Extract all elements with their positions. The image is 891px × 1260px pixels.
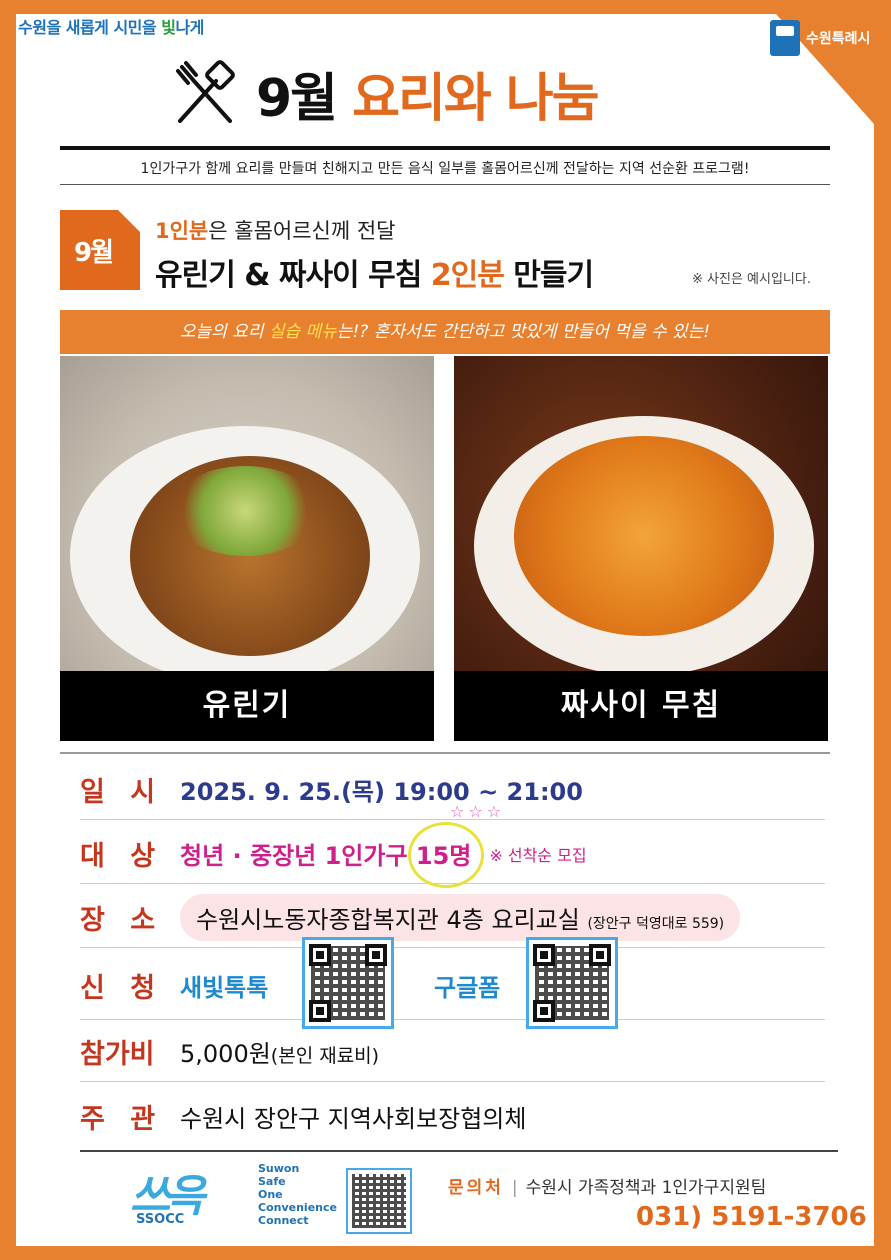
dish-caption: 짜사이 무침: [454, 671, 828, 741]
star-decoration: ☆☆☆: [450, 802, 506, 821]
subtitle-1: 1인분은 홀몸어르신께 전달: [155, 215, 396, 245]
poster: 수원을 새롭게 시민을 빛나게 수원특례시 9월 요리와 나눔 1인가구가 함께…: [0, 0, 891, 1260]
title-month: 9월: [256, 69, 353, 129]
info-value: 청년 · 중장년 1인가구 15명: [180, 822, 485, 888]
info-label: 신 청: [80, 973, 164, 1004]
qr-pattern: [352, 1174, 406, 1228]
city-logo-icon: [770, 20, 800, 56]
ssocc-line: One: [258, 1188, 283, 1201]
fee-amount: 5,000원: [180, 1040, 271, 1068]
garnish-image: [170, 466, 320, 556]
info-row-apply: 신 청 새빛톡톡 구글폼: [80, 936, 825, 1029]
info-label: 주 관: [80, 1103, 164, 1135]
ssocc-acronym: Suwon Safe One Convenience Connect: [258, 1162, 337, 1227]
info-row-host: 주 관 수원시 장안구 지역사회보장협의체: [80, 1086, 825, 1146]
dish-photo-zhacai: 짜사이 무침: [454, 356, 828, 741]
menu-banner-part: 오늘의 요리: [179, 322, 269, 342]
divider: [60, 752, 830, 754]
qr-corner: [309, 999, 331, 1022]
info-label: 일 시: [80, 777, 164, 808]
title-main: 요리와 나눔: [352, 69, 599, 129]
qr-code[interactable]: [302, 936, 394, 1029]
ssocc-logo: 쓰윽 SSOCC: [130, 1160, 205, 1227]
subtitle-1-highlight: 1인분: [155, 219, 209, 243]
menu-banner-highlight: 실습 메뉴: [268, 322, 337, 342]
contact-line: 문의처 | 수원시 가족정책과 1인가구지원팀: [448, 1173, 766, 1198]
subtitle-2-part: 만들기: [503, 258, 594, 293]
place-address: (장안구 덕영대로 559): [587, 916, 725, 932]
slogan-highlight: 빛: [161, 18, 176, 37]
qr-corner: [589, 943, 611, 966]
info-label: 대 상: [80, 841, 164, 872]
fork-spatula-icon: [176, 59, 235, 123]
info-row-fee: 참가비 5,000원(본인 재료비): [80, 1022, 825, 1082]
info-value: 5,000원(본인 재료비): [180, 1034, 379, 1069]
qr-corner: [365, 943, 387, 966]
food-image: [514, 436, 774, 636]
qr-corner: [533, 943, 555, 966]
info-value: 2025. 9. 25.(목) 19:00 ~ 21:00: [180, 778, 583, 806]
divider: [80, 1150, 838, 1152]
info-row-place: 장 소 수원시노동자종합복지관 4층 요리교실 (장안구 덕영대로 559): [80, 888, 825, 948]
place-text: 수원시노동자종합복지관 4층 요리교실: [196, 906, 588, 934]
apply-link-saebit[interactable]: 새빛톡톡: [180, 968, 302, 1003]
info-value: 수원시 장안구 지역사회보장협의체: [180, 1104, 527, 1133]
city-logo: 수원특례시: [770, 20, 870, 56]
month-tag-label: 9월: [74, 238, 114, 268]
subtitle-1-rest: 은 홀몸어르신께 전달: [208, 219, 396, 243]
slogan: 수원을 새롭게 시민을 빛나게: [18, 14, 204, 38]
contact-label: 문의처: [448, 1178, 504, 1198]
ssocc-line: Safe: [258, 1175, 286, 1188]
qr-code-footer[interactable]: [346, 1168, 412, 1234]
fee-note: (본인 재료비): [270, 1045, 380, 1067]
qr-corner: [533, 999, 555, 1022]
ssocc-line: Suwon: [258, 1162, 300, 1175]
intro-text: 1인가구가 함께 요리를 만들며 친해지고 만든 음식 일부를 홀몸어르신께 전…: [140, 161, 750, 177]
ssocc-line: Convenience: [258, 1201, 337, 1214]
contact-org: 수원시 가족정책과 1인가구지원팀: [525, 1178, 767, 1198]
contact-phone[interactable]: 031) 5191-3706: [636, 1202, 867, 1232]
qr-corner: [309, 943, 331, 966]
info-row-target: 대 상 청년 · 중장년 1인가구 15명 ※ 선착순 모집: [80, 822, 825, 888]
subtitle-2-part: 유린기 & 짜사이 무침: [155, 258, 431, 293]
divider: [60, 184, 830, 185]
target-note: ※ 선착순 모집: [489, 845, 587, 865]
info-value: 수원시노동자종합복지관 4층 요리교실 (장안구 덕영대로 559): [180, 894, 741, 941]
month-tag: 9월: [60, 210, 140, 290]
city-logo-text: 수원특례시: [806, 31, 871, 47]
target-count: 15명: [407, 822, 485, 888]
menu-banner: 오늘의 요리 실습 메뉴는!? 혼자서도 간단하고 맛있게 만들어 먹을 수 있…: [60, 310, 830, 354]
menu-banner-part: 는!? 혼자서도 간단하고 맛있게 만들어 먹을 수 있는!: [336, 322, 711, 342]
info-label: 장 소: [80, 905, 164, 936]
apply-link-googleform[interactable]: 구글폼: [434, 968, 526, 1003]
photo-note: ※ 사진은 예시입니다.: [692, 272, 811, 287]
ssocc-line: Connect: [258, 1214, 309, 1227]
contact-separator: |: [511, 1178, 518, 1198]
page-title: 9월 요리와 나눔: [256, 56, 599, 131]
target-text: 청년 · 중장년 1인가구: [180, 842, 416, 870]
divider: [60, 146, 830, 150]
title-row: 9월 요리와 나눔: [170, 56, 599, 131]
subtitle-2-highlight: 2인분: [430, 258, 505, 293]
qr-code[interactable]: [526, 936, 618, 1029]
info-label: 참가비: [80, 1039, 155, 1070]
subtitle-2: 유린기 & 짜사이 무침 2인분 만들기: [155, 250, 594, 294]
dish-caption: 유린기: [60, 671, 434, 741]
slogan-part: 수원을: [18, 18, 66, 37]
slogan-part: 나게: [175, 18, 204, 37]
ssocc-logo-tag: SSOCC: [136, 1212, 185, 1227]
slogan-part: 새롭게 시민을: [65, 18, 162, 37]
dish-photo-yurinki: 유린기: [60, 356, 434, 741]
